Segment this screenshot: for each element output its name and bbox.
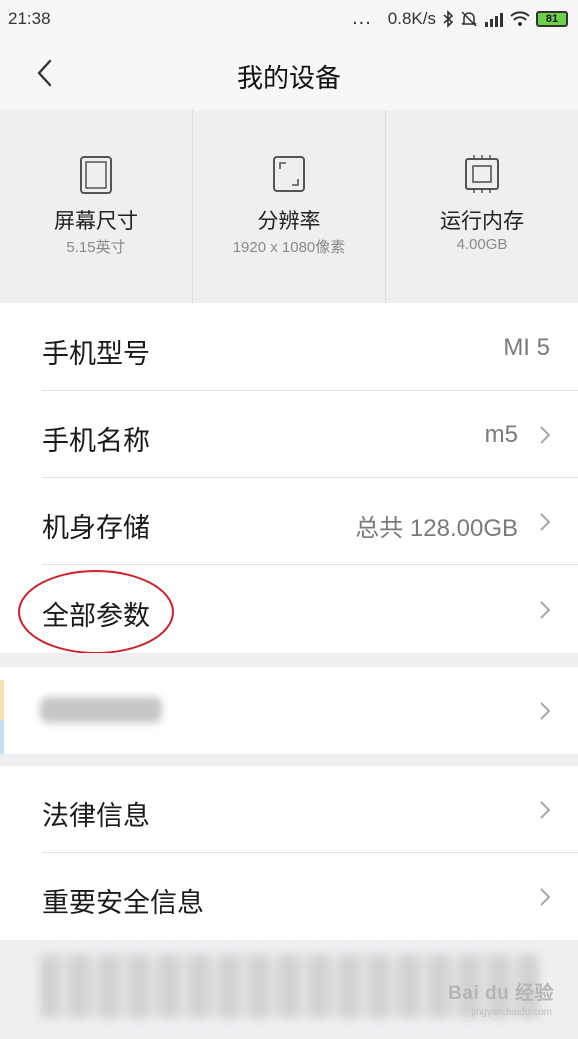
chevron-right-icon	[540, 888, 551, 906]
wifi-icon	[510, 10, 530, 26]
row-value: MI 5	[503, 334, 550, 361]
section-gap	[0, 754, 578, 766]
chevron-right-icon	[540, 601, 551, 619]
row-value: 总共 128.00GB	[355, 515, 518, 542]
row-label: 手机名称	[42, 426, 150, 456]
title-bar: 我的设备	[0, 38, 578, 110]
chevron-right-icon	[540, 513, 551, 531]
watermark-url: jingyan.baidu.com	[471, 1007, 552, 1018]
spec-title: 运行内存	[440, 210, 524, 233]
spec-title: 分辨率	[257, 210, 321, 233]
watermark-logo: Bai du 经验	[448, 983, 554, 1004]
spec-resolution: 分辨率 1920 x 1080像素	[192, 110, 385, 303]
row-label: 手机型号	[42, 339, 150, 369]
signal-icon	[485, 12, 503, 27]
row-phone-model: 手机型号 MI 5	[0, 304, 578, 391]
section-gap	[0, 653, 578, 667]
network-speed: 0.8K/s	[387, 8, 436, 28]
status-time: 21:38	[8, 9, 51, 28]
chevron-right-icon	[540, 426, 551, 444]
spec-memory: 运行内存 4.00GB	[385, 110, 578, 303]
screen-size-icon	[80, 156, 112, 194]
resolution-icon	[273, 156, 305, 192]
blurred-label	[40, 697, 162, 723]
device-specs-panel: 屏幕尺寸 5.15英寸 分辨率 1920 x 1080像素 运行内存 4.00G…	[0, 110, 578, 303]
status-icons: ... 0.8K/s 81	[352, 7, 568, 30]
spec-value: 4.00GB	[456, 236, 508, 253]
spec-screen-size: 屏幕尺寸 5.15英寸	[0, 110, 192, 303]
row-label: 重要安全信息	[42, 888, 204, 918]
row-value: m5	[484, 421, 518, 448]
bluetooth-icon	[443, 9, 454, 28]
chevron-right-icon	[540, 801, 551, 819]
row-safety-info[interactable]: 重要安全信息	[0, 853, 578, 940]
highlight-annotation	[18, 570, 174, 654]
status-bar: 21:38 ... 0.8K/s 81	[0, 0, 578, 38]
memory-chip-icon	[465, 155, 499, 193]
row-phone-name[interactable]: 手机名称 m5	[0, 391, 578, 478]
spec-title: 屏幕尺寸	[54, 210, 138, 233]
spec-value: 5.15英寸	[66, 239, 126, 256]
row-label: 机身存储	[42, 513, 150, 543]
row-blurred[interactable]	[0, 667, 578, 754]
row-label: 法律信息	[42, 801, 150, 831]
more-notifications-icon: ...	[352, 7, 372, 29]
divider	[42, 564, 578, 565]
battery-indicator: 81	[536, 10, 568, 27]
chevron-right-icon	[540, 702, 551, 720]
mute-bell-icon	[461, 10, 477, 27]
page-title: 我的设备	[236, 63, 341, 93]
row-legal-info[interactable]: 法律信息	[0, 766, 578, 853]
spec-value: 1920 x 1080像素	[232, 239, 346, 256]
row-storage[interactable]: 机身存储 总共 128.00GB	[0, 478, 578, 565]
